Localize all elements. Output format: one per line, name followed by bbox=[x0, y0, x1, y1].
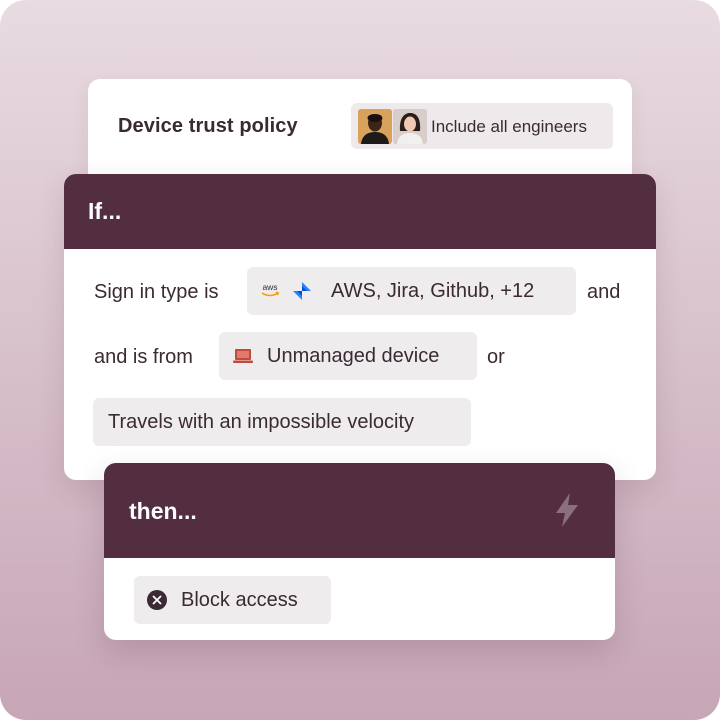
background-canvas: Device trust policy Include all engineer… bbox=[0, 0, 720, 720]
sign-in-type-chip[interactable]: aws AWS, Jira, Github, +12 bbox=[247, 267, 576, 315]
device-chip-label: Unmanaged device bbox=[267, 345, 440, 367]
condition-card: If... Sign in type is aws AWS, Jira, Git… bbox=[64, 174, 656, 480]
audience-chip[interactable]: Include all engineers bbox=[351, 103, 613, 149]
action-header: then... bbox=[104, 463, 615, 558]
device-chip[interactable]: Unmanaged device bbox=[219, 332, 477, 380]
close-circle-icon bbox=[147, 590, 167, 615]
aws-mark: aws bbox=[262, 282, 277, 292]
condition-title: If... bbox=[88, 198, 122, 224]
audience-label: Include all engineers bbox=[431, 117, 587, 136]
action-card: then... Block access bbox=[104, 463, 615, 640]
aws-icon: aws bbox=[259, 280, 281, 305]
and-connector: and bbox=[587, 281, 621, 303]
policy-title: Device trust policy bbox=[118, 115, 298, 137]
sign-in-type-label: Sign in type is bbox=[94, 281, 219, 303]
block-access-label: Block access bbox=[181, 589, 298, 611]
laptop-icon bbox=[233, 347, 253, 370]
avatar bbox=[358, 109, 392, 144]
sign-in-type-value: AWS, Jira, Github, +12 bbox=[331, 280, 535, 302]
lightning-bolt-icon bbox=[553, 492, 581, 533]
action-title: then... bbox=[129, 498, 197, 524]
device-source-label: and is from bbox=[94, 346, 193, 368]
velocity-chip[interactable]: Travels with an impossible velocity bbox=[93, 398, 471, 446]
velocity-chip-label: Travels with an impossible velocity bbox=[108, 411, 415, 433]
condition-header: If... bbox=[64, 174, 656, 249]
avatar bbox=[393, 109, 427, 144]
block-access-chip[interactable]: Block access bbox=[134, 576, 331, 624]
jira-icon bbox=[291, 280, 313, 307]
or-connector: or bbox=[487, 346, 505, 368]
